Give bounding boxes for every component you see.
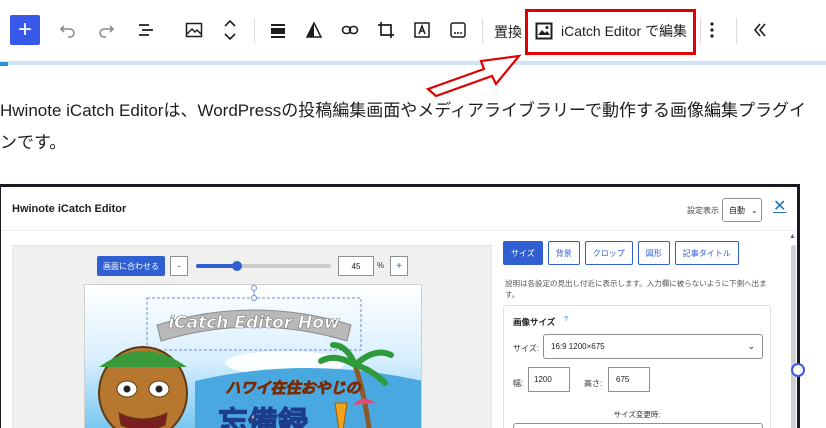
preview-canvas[interactable]: iCatch Editor How ハワイ在住おやじの 忘備録 [84,284,422,428]
undo-icon[interactable] [54,14,82,46]
image-block-icon[interactable] [180,14,208,46]
scroll-up-icon[interactable]: ▲ [789,233,796,240]
image-edit-icon [535,22,553,40]
replace-button[interactable]: 置換 [494,22,522,42]
block-editor: + 置換 iCatch Editor で編集 Hwinote iCatch Ed… [0,0,826,428]
size-label: サイズ: [513,344,539,353]
help-icon[interactable]: ? [564,316,568,323]
resize-behavior-label: サイズ変更時: [613,410,661,419]
fit-to-screen-button[interactable]: 画面に合わせる [97,256,165,276]
size-select[interactable]: 16:9 1200×675 ⌄ [543,334,763,359]
move-up-down-icon[interactable] [216,14,244,46]
view-setting-value: 自動 [729,205,745,215]
canvas-panel: 画面に合わせる - 45 % + iCatch Editor How ハワイ在住… [12,245,492,428]
width-input[interactable]: 1200 [528,367,570,392]
zoom-slider-fill [196,264,237,268]
chevron-down-icon: ⌄ [747,341,755,351]
size-value: 16:9 1200×675 [551,342,605,351]
collapse-toolbar-icon[interactable] [746,14,774,46]
pointer-arrow [425,54,522,98]
settings-panel: サイズ 背景 クロップ 図形 記事タイトル 説明は各設定の見出し付近に表示します… [500,233,785,428]
toolbar-divider [736,18,737,44]
selection-strip-edge [0,62,8,66]
zoom-unit: % [377,261,385,270]
zoom-in-button[interactable]: + [390,256,408,276]
zoom-out-button[interactable]: - [170,256,188,276]
settings-scrollbar[interactable] [791,245,796,428]
toolbar-divider [482,18,483,44]
redo-icon[interactable] [92,14,120,46]
toolbar-divider [254,18,255,44]
modal-title: Hwinote iCatch Editor [12,203,127,215]
more-options-box-icon[interactable] [444,14,472,46]
image-block[interactable]: Hwinote iCatch Editor 設定表示 自動 ⌄ ✕ 画面に合わせ… [0,184,800,428]
add-block-button[interactable]: + [10,15,40,45]
zoom-input[interactable]: 45 [338,256,374,276]
chevron-down-icon: ⌄ [751,205,758,215]
image-size-title: 画像サイズ [513,317,556,327]
selection-strip [0,62,826,65]
help-text: 説明は各設定の見出し付近に表示します。入力欄に被らないように下側へ出ます。 [505,279,767,299]
tab-shapes[interactable]: 図形 [637,241,670,265]
align-icon[interactable] [264,14,292,46]
resize-behavior-select[interactable] [513,423,763,428]
view-setting-label: 設定表示 [687,206,719,215]
icatch-editor-label: iCatch Editor で編集 [561,23,688,39]
width-label: 幅: [513,379,524,388]
list-view-icon[interactable] [132,14,160,46]
tab-background[interactable]: 背景 [547,241,580,265]
banner-text: iCatch Editor How [168,313,340,333]
image-resize-handle[interactable] [791,363,805,377]
tab-crop[interactable]: クロップ [584,241,633,265]
height-label: 高さ: [584,379,603,388]
modal-header: Hwinote iCatch Editor 設定表示 自動 ⌄ ✕ [1,187,797,231]
options-menu-icon[interactable] [700,14,724,46]
block-toolbar: + 置換 iCatch Editor で編集 [0,0,826,62]
image-size-card: 画像サイズ ? サイズ: 16:9 1200×675 ⌄ 幅: 1200 高さ:… [503,305,771,428]
tab-post-title[interactable]: 記事タイトル [674,241,739,265]
height-input[interactable]: 675 [608,367,650,392]
eyecatch-preview-image: iCatch Editor How ハワイ在住おやじの 忘備録 [85,285,421,428]
paragraph-block[interactable]: Hwinote iCatch Editorは、WordPressの投稿編集画面や… [0,95,820,159]
duotone-filter-icon[interactable] [300,14,328,46]
link-icon[interactable] [336,14,364,46]
zoom-slider-thumb[interactable] [231,261,242,271]
icatch-editor-modal: Hwinote iCatch Editor 設定表示 自動 ⌄ ✕ 画面に合わせ… [1,187,797,428]
text-overlay-icon[interactable] [408,14,436,46]
zoom-slider[interactable] [196,261,331,271]
crop-icon[interactable] [372,14,400,46]
settings-tabs: サイズ 背景 クロップ 図形 記事タイトル [503,241,739,265]
close-icon[interactable]: ✕ [773,198,787,218]
view-setting-select[interactable]: 自動 ⌄ [722,198,762,222]
tab-size[interactable]: サイズ [503,241,543,265]
preview-title-line2: 忘備録 [218,406,309,428]
preview-title-line1: ハワイ在住おやじの [225,379,361,397]
icatch-editor-button[interactable]: iCatch Editor で編集 [535,16,687,46]
